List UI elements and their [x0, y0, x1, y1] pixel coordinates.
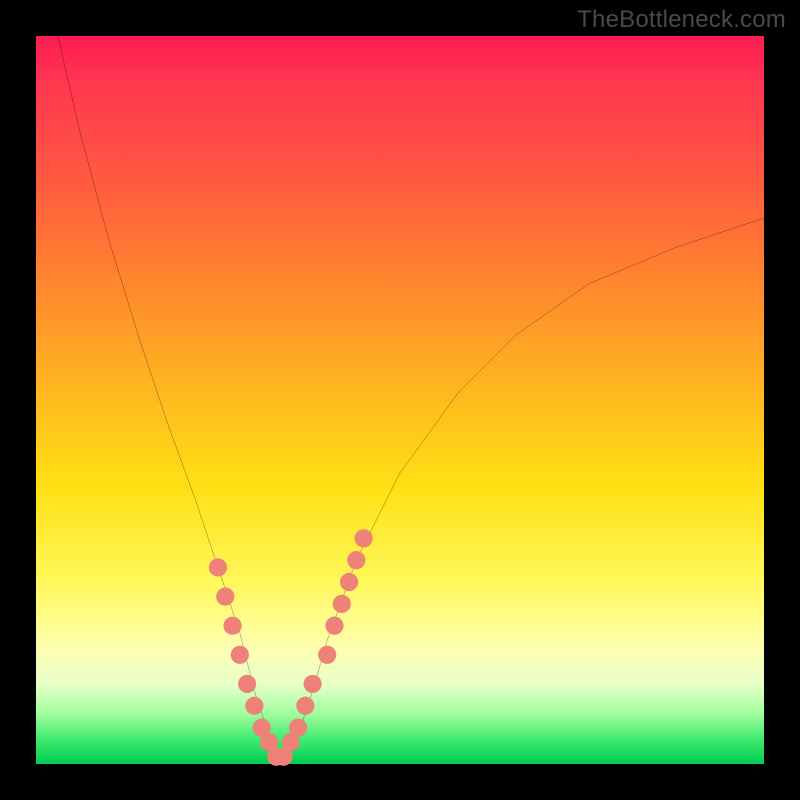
marker-point — [289, 719, 307, 737]
marker-point — [216, 587, 234, 605]
marker-point — [209, 558, 227, 576]
marker-point — [223, 617, 241, 635]
marker-point — [347, 551, 365, 569]
bottleneck-curve — [58, 36, 764, 757]
marker-point — [333, 595, 351, 613]
marker-point — [318, 646, 336, 664]
marker-point — [245, 697, 263, 715]
marker-point — [325, 617, 343, 635]
marker-point — [231, 646, 249, 664]
curve-layer — [36, 36, 764, 764]
watermark-text: TheBottleneck.com — [577, 6, 786, 34]
marker-point — [355, 529, 373, 547]
chart-container: TheBottleneck.com — [0, 0, 800, 800]
marker-point — [304, 675, 322, 693]
marker-point — [238, 675, 256, 693]
marker-point — [296, 697, 314, 715]
right-marker-cluster — [274, 529, 372, 766]
marker-point — [340, 573, 358, 591]
plot-area — [36, 36, 764, 764]
